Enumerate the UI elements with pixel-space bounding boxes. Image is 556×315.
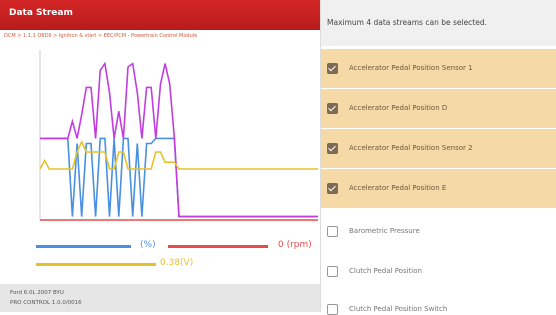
page-title: Data Stream [9, 8, 73, 18]
stream-item-5[interactable]: Barometric Pressure [321, 212, 556, 251]
legend-swatch-red [168, 245, 268, 248]
stream-item-label: Accelerator Pedal Position Sensor 2 [349, 144, 473, 152]
checkbox-checked[interactable] [327, 103, 338, 114]
stream-item-4[interactable]: Accelerator Pedal Position E [321, 169, 556, 208]
stream-item-label: Accelerator Pedal Position E [349, 184, 447, 192]
checkbox-unchecked[interactable] [327, 304, 338, 315]
stream-item-label: Clutch Pedal Position [349, 267, 422, 275]
title-bar: Data Stream [0, 0, 320, 30]
checkbox-checked[interactable] [327, 183, 338, 194]
status-line-1: Ford 6.0L 2007 BYU [10, 290, 64, 296]
legend-swatch-yellow [36, 263, 156, 266]
legend-row-2: 0 (rpm) [160, 240, 320, 254]
checkbox-unchecked[interactable] [327, 226, 338, 237]
selection-hint: Maximum 4 data streams can be selected. [321, 0, 556, 46]
stream-item-label: Accelerator Pedal Position Sensor 1 [349, 64, 473, 72]
checkbox-unchecked[interactable] [327, 266, 338, 277]
stream-item-label: Accelerator Pedal Position D [349, 104, 448, 112]
legend-swatch-blue [36, 245, 131, 248]
checkbox-checked[interactable] [327, 63, 338, 74]
series-line-3 [39, 139, 318, 170]
breadcrumb-path: DCM > 1.1.1 OBDII > Ignition & start > E… [4, 33, 198, 39]
stream-item-2[interactable]: Accelerator Pedal Position D [321, 89, 556, 128]
stream-item-3[interactable]: Accelerator Pedal Position Sensor 2 [321, 129, 556, 168]
status-line-2: PRO CONTROL 1.0.0/0016 [10, 300, 82, 306]
chart-svg [39, 50, 318, 221]
legend-value-1: (%) [140, 240, 156, 250]
vehicle-status-panel: Ford 6.0L 2007 BYU PRO CONTROL 1.0.0/001… [0, 284, 320, 312]
data-stream-chart [0, 44, 320, 254]
checkbox-checked[interactable] [327, 143, 338, 154]
stream-item-1[interactable]: Accelerator Pedal Position Sensor 1 [321, 49, 556, 88]
stream-item-6[interactable]: Clutch Pedal Position [321, 252, 556, 291]
stream-item-7[interactable]: Clutch Pedal Position Switch [321, 290, 556, 315]
selection-hint-text: Maximum 4 data streams can be selected. [327, 18, 488, 27]
legend-value-2: 0 (rpm) [278, 240, 312, 250]
legend-value-3: 0.38(V) [160, 258, 194, 268]
legend-row-3: 0.38(V) [0, 258, 320, 272]
stream-item-label: Barometric Pressure [349, 227, 420, 235]
